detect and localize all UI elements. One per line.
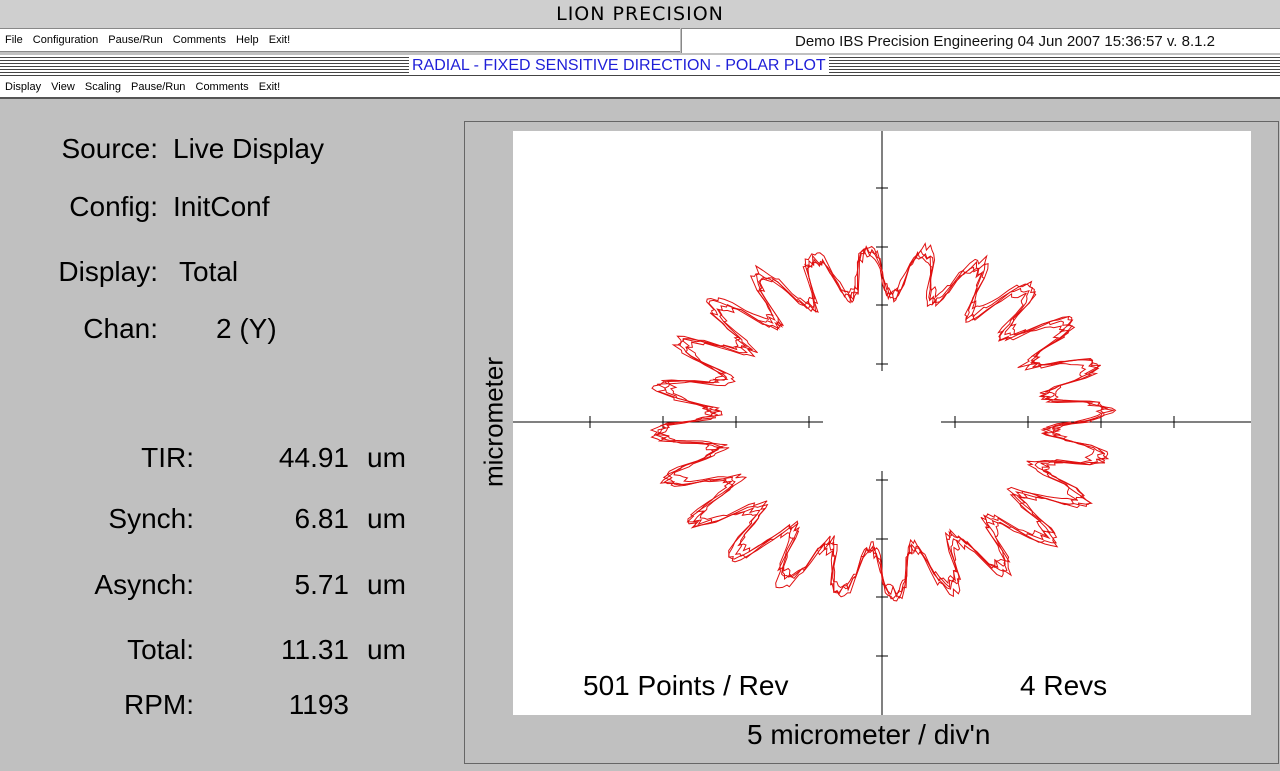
chan-label: Chan: [83, 313, 158, 344]
y-axis-label: micrometer [478, 356, 509, 488]
asynch-label: Asynch: [94, 569, 194, 600]
polar-plot [513, 131, 1251, 715]
plot-area [513, 131, 1251, 715]
rpm-value: 1193 [288, 689, 349, 720]
display-label: Display: [58, 256, 158, 287]
polar-trace-rev [656, 245, 1106, 602]
source-label: Source: [61, 133, 159, 164]
tir-label: TIR: [141, 442, 194, 473]
status-text: Demo IBS Precision Engineering 04 Jun 20… [795, 33, 1215, 50]
plot-mode-title: RADIAL - FIXED SENSITIVE DIRECTION - POL… [409, 57, 829, 75]
synch-label: Synch: [108, 503, 194, 534]
tir-unit: um [367, 442, 406, 473]
revs-label: 4 Revs [1020, 670, 1108, 701]
source-value: Live Display [173, 133, 324, 164]
chan-value: 2 (Y) [216, 313, 277, 344]
status-bar: Demo IBS Precision Engineering 04 Jun 20… [681, 28, 1280, 53]
total-label: Total: [127, 634, 194, 665]
total-value: 11.31 [281, 634, 349, 665]
points-per-rev-label: 501 Points / Rev [583, 670, 789, 701]
synch-value: 6.81 [294, 503, 350, 534]
config-label: Config: [69, 191, 158, 222]
x-axis-label: 5 micrometer / div'n [747, 719, 991, 750]
asynch-unit: um [367, 569, 406, 600]
asynch-value: 5.71 [294, 569, 350, 600]
synch-unit: um [367, 503, 406, 534]
total-unit: um [367, 634, 406, 665]
info-panel: Source: Live Display Config: InitConf Di… [0, 0, 460, 771]
rpm-label: RPM: [124, 689, 194, 720]
display-value: Total [179, 256, 239, 287]
tir-value: 44.91 [278, 442, 349, 473]
config-value: InitConf [173, 191, 270, 222]
